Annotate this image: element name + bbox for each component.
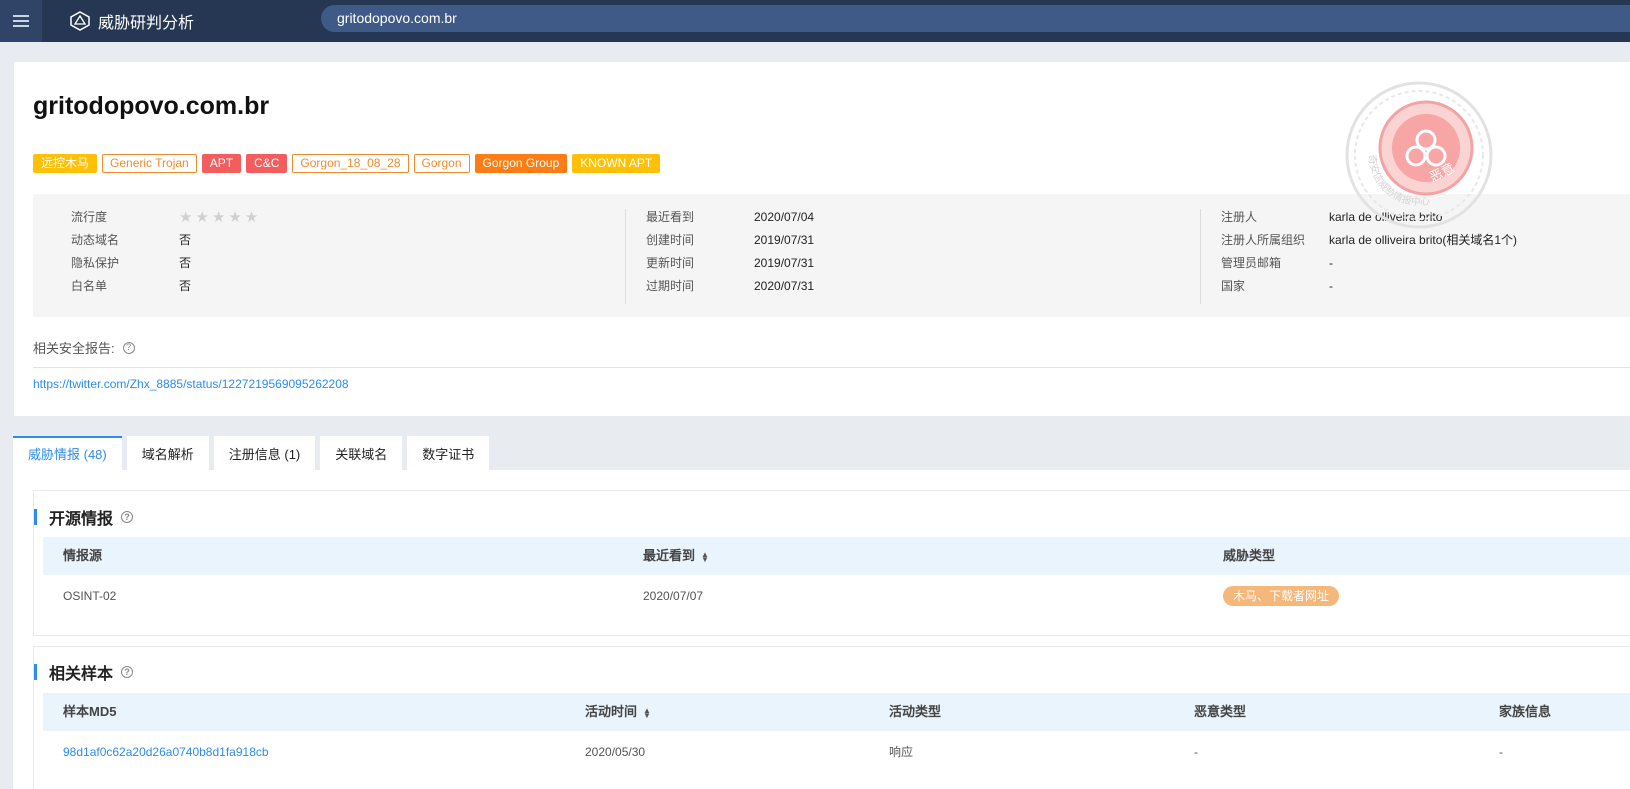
- threat-tag[interactable]: C&C: [246, 154, 288, 173]
- osint-section: 开源情报 ? 情报源 最近看到 ▲ ▼ 威胁类型 OSINT-02 2020/07/…: [33, 490, 1630, 636]
- col-source: 情报源: [63, 548, 103, 563]
- threat-tag[interactable]: Generic Trojan: [102, 154, 197, 173]
- help-icon[interactable]: ?: [122, 341, 135, 354]
- info-row: 白名单 否: [71, 275, 258, 298]
- col-activity-time[interactable]: 活动时间 ▲ ▼: [585, 693, 651, 731]
- samples-title: 相关样本 ?: [34, 660, 134, 684]
- threat-tag[interactable]: APT: [201, 154, 242, 173]
- info-value: 否: [179, 233, 192, 247]
- tab-0[interactable]: 威胁情报 (48): [13, 436, 122, 470]
- md5-link[interactable]: 98d1af0c62a20d26a0740b8d1fa918cb: [63, 733, 269, 771]
- info-value: 否: [179, 256, 192, 270]
- info-key: 国家: [1221, 279, 1246, 293]
- samples-table-header: 样本MD5 活动时间 ▲ ▼ 活动类型 恶意类型 家族信息: [43, 693, 1630, 731]
- threat-tag[interactable]: Gorgon_18_08_28: [292, 154, 409, 173]
- info-value[interactable]: karla de olliveira brito: [1329, 229, 1442, 252]
- info-key: 白名单: [71, 279, 108, 293]
- info-key: 隐私保护: [71, 256, 120, 270]
- info-key: 动态域名: [71, 233, 120, 247]
- info-row: 动态域名 否: [71, 229, 258, 252]
- divider: [625, 209, 626, 304]
- info-row: 流行度 ★ ★ ★ ★ ★: [71, 206, 258, 229]
- info-row: 最近看到 2020/07/04: [646, 206, 814, 229]
- info-key: 更新时间: [646, 256, 695, 270]
- star-icon: ★: [179, 209, 193, 226]
- menu-icon[interactable]: [0, 0, 42, 42]
- report-link[interactable]: https://twitter.com/Zhx_8885/status/1227…: [33, 377, 349, 391]
- table-row[interactable]: OSINT-02 2020/07/07 木马、下载者网址: [43, 577, 1630, 617]
- info-value: -: [1329, 279, 1333, 293]
- help-icon[interactable]: ?: [121, 666, 134, 678]
- threat-tag[interactable]: KNOWN APT: [572, 154, 661, 173]
- tab-panel: 开源情报 ? 情报源 最近看到 ▲ ▼ 威胁类型 OSINT-02 2020/07/…: [13, 470, 1630, 789]
- col-md5: 样本MD5: [63, 704, 117, 719]
- star-icon: ★: [228, 209, 242, 226]
- info-key: 创建时间: [646, 233, 695, 247]
- info-row: 注册人所属组织 karla de olliveira brito (相关域名1个): [1221, 229, 1517, 252]
- info-key: 注册人所属组织: [1221, 233, 1306, 247]
- threat-tag[interactable]: 远控木马: [33, 154, 98, 173]
- threat-tag[interactable]: Gorgon: [413, 154, 470, 173]
- table-row[interactable]: 98d1af0c62a20d26a0740b8d1fa918cb 2020/05…: [43, 733, 1630, 773]
- info-col-dates: 最近看到 2020/07/04 创建时间 2019/07/31 更新时间 2019/07/…: [646, 206, 814, 298]
- divider: [33, 367, 1630, 368]
- info-value: 否: [179, 279, 192, 293]
- app-title: 威胁研判分析: [98, 15, 195, 32]
- info-key: 管理员邮箱: [1221, 256, 1282, 270]
- threat-tag[interactable]: Gorgon Group: [474, 154, 568, 173]
- star-icon: ★: [244, 209, 259, 226]
- info-row: 隐私保护 否: [71, 252, 258, 275]
- tag-list: 远控木马 Generic Trojan APT C&C Gorgon_18_08_28 G…: [33, 154, 661, 173]
- col-malware-type: 恶意类型: [1194, 704, 1247, 719]
- osint-table-header: 情报源 最近看到 ▲ ▼ 威胁类型: [43, 537, 1630, 575]
- col-last-seen[interactable]: 最近看到 ▲ ▼: [643, 537, 709, 575]
- info-key: 注册人: [1221, 210, 1258, 224]
- info-value: 2019/07/31: [754, 233, 815, 247]
- info-row: 管理员邮箱 -: [1221, 252, 1517, 275]
- domain-title: gritodopovo.com.br: [33, 92, 270, 120]
- sort-icon: ▲ ▼: [643, 705, 651, 720]
- info-key: 过期时间: [646, 279, 695, 293]
- samples-section: 相关样本 ? 样本MD5 活动时间 ▲ ▼ 活动类型 恶意类型 家族信息 98d1a…: [33, 646, 1630, 789]
- info-value: -: [1329, 256, 1333, 270]
- sort-icon: ▲ ▼: [701, 549, 709, 564]
- threat-type-badge: 木马、下载者网址: [1223, 586, 1340, 606]
- tab-4[interactable]: 数字证书: [407, 436, 490, 470]
- search-input[interactable]: gritodopovo.com.br: [321, 5, 1630, 32]
- star-icon: ★: [211, 209, 226, 226]
- info-value: 2020/07/04: [754, 210, 815, 224]
- related-count: (相关域名1个): [1442, 233, 1518, 247]
- info-col-basic: 流行度 ★ ★ ★ ★ ★ 动态域名否隐私保护否白名单否: [71, 206, 258, 298]
- tab-3[interactable]: 关联域名: [320, 436, 403, 470]
- info-row: 国家 -: [1221, 275, 1517, 298]
- info-row: 更新时间 2019/07/31: [646, 252, 814, 275]
- info-row: 过期时间 2020/07/31: [646, 275, 814, 298]
- star-icon: ★: [195, 209, 209, 226]
- info-value: 2020/07/31: [754, 279, 815, 293]
- logo-icon: [70, 11, 90, 31]
- top-bar: 威胁研判分析 gritodopovo.com.br: [0, 0, 1630, 42]
- info-value: 2019/07/31: [754, 256, 815, 270]
- popularity-stars: ★ ★ ★ ★ ★: [179, 206, 258, 229]
- info-row: 创建时间 2019/07/31: [646, 229, 814, 252]
- osint-title: 开源情报 ?: [34, 505, 134, 529]
- report-label: 相关安全报告: ?: [33, 338, 135, 357]
- tab-1[interactable]: 域名解析: [126, 436, 209, 470]
- info-key: 最近看到: [646, 210, 695, 224]
- info-key: 流行度: [71, 210, 108, 224]
- col-threat-type: 威胁类型: [1223, 548, 1276, 563]
- divider: [1200, 209, 1201, 304]
- tab-bar: 威胁情报 (48) 域名解析 注册信息 (1) 关联域名 数字证书: [13, 436, 490, 470]
- tab-2[interactable]: 注册信息 (1): [213, 436, 316, 470]
- help-icon[interactable]: ?: [121, 511, 134, 523]
- domain-card: gritodopovo.com.br 远控木马 Generic Trojan APT…: [14, 62, 1630, 416]
- col-activity-type: 活动类型: [889, 704, 942, 719]
- malicious-stamp-icon: 恶意 奇安信威胁情报中心: [1345, 81, 1493, 229]
- col-family: 家族信息: [1499, 704, 1552, 719]
- brand[interactable]: 威胁研判分析: [70, 0, 194, 42]
